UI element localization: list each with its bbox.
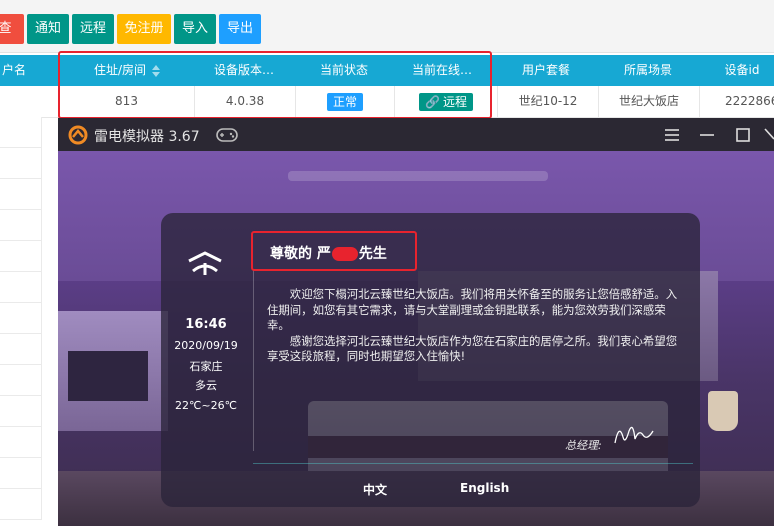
hotel-logo-icon bbox=[188, 251, 222, 275]
room-tv bbox=[68, 351, 148, 401]
lang-chinese-button[interactable]: 中文 bbox=[363, 481, 387, 498]
column-header-username[interactable]: 户名 bbox=[0, 55, 34, 86]
welcome-card: 16:46 2020/09/19 石家庄 多云 22℃~26℃ 尊敬的 严先生 … bbox=[161, 213, 700, 507]
highlight-box-table bbox=[58, 51, 492, 119]
emulator-window: 雷电模拟器 3.67 16:46 2020/09/19 石家庄 多云 22℃~2… bbox=[58, 118, 774, 526]
signature-label: 总经理: bbox=[565, 439, 602, 452]
welcome-paragraph-1: 欢迎您下榻河北云臻世纪大饭店。我们将用关怀备至的服务让您倍感舒适。入住期间，如您… bbox=[267, 287, 678, 332]
column-header-device-id[interactable]: 设备id bbox=[702, 55, 774, 86]
card-bottom-line bbox=[253, 463, 693, 464]
cell-device-id: 2222866 bbox=[699, 86, 774, 117]
weather-condition: 多云 bbox=[195, 379, 217, 392]
cell-package: 世纪10-12 bbox=[497, 86, 598, 117]
notify-button[interactable]: 通知 bbox=[27, 14, 69, 44]
welcome-message: 欢迎您下榻河北云臻世纪大饭店。我们将用关怀备至的服务让您倍感舒适。入住期间，如您… bbox=[267, 287, 683, 365]
import-button[interactable]: 导入 bbox=[174, 14, 216, 44]
table-left-column bbox=[0, 117, 42, 526]
menu-icon[interactable] bbox=[664, 128, 680, 142]
export-button[interactable]: 导出 bbox=[219, 14, 261, 44]
remote-button[interactable]: 远程 bbox=[72, 14, 114, 44]
minimize-icon[interactable] bbox=[699, 128, 715, 142]
card-divider bbox=[253, 269, 254, 451]
weather-panel: 16:46 2020/09/19 石家庄 多云 22℃~26℃ bbox=[161, 213, 251, 463]
emulator-screen: 16:46 2020/09/19 石家庄 多云 22℃~26℃ 尊敬的 严先生 … bbox=[58, 151, 774, 526]
welcome-paragraph-2: 感谢您选择河北云臻世纪大饭店作为您在石家庄的居停之所。我们衷心希望您享受这段旅程… bbox=[267, 333, 678, 364]
highlight-box-greeting bbox=[251, 231, 417, 271]
clock-time: 16:46 bbox=[185, 317, 227, 332]
room-ceiling-light bbox=[288, 171, 548, 181]
emulator-logo-icon bbox=[68, 125, 88, 145]
column-header-scene[interactable]: 所属场景 bbox=[598, 55, 698, 86]
emulator-title: 雷电模拟器 3.67 bbox=[94, 129, 200, 145]
gamepad-icon[interactable] bbox=[216, 127, 238, 143]
room-lamp bbox=[708, 391, 738, 431]
current-date: 2020/09/19 bbox=[174, 339, 238, 352]
current-city: 石家庄 bbox=[189, 360, 223, 373]
free-register-button[interactable]: 免注册 bbox=[117, 14, 171, 44]
temperature-range: 22℃~26℃ bbox=[175, 399, 237, 412]
close-icon[interactable] bbox=[764, 127, 774, 143]
column-header-package[interactable]: 用户套餐 bbox=[498, 55, 594, 86]
cell-scene: 世纪大饭店 bbox=[598, 86, 699, 117]
cut-off-button[interactable]: 查 bbox=[0, 14, 24, 44]
emulator-titlebar: 雷电模拟器 3.67 bbox=[58, 118, 774, 151]
maximize-icon[interactable] bbox=[735, 127, 751, 143]
signature-image bbox=[614, 426, 654, 444]
toolbar: 查 通知 远程 免注册 导入 导出 bbox=[0, 0, 774, 53]
lang-english-button[interactable]: English bbox=[460, 481, 509, 495]
